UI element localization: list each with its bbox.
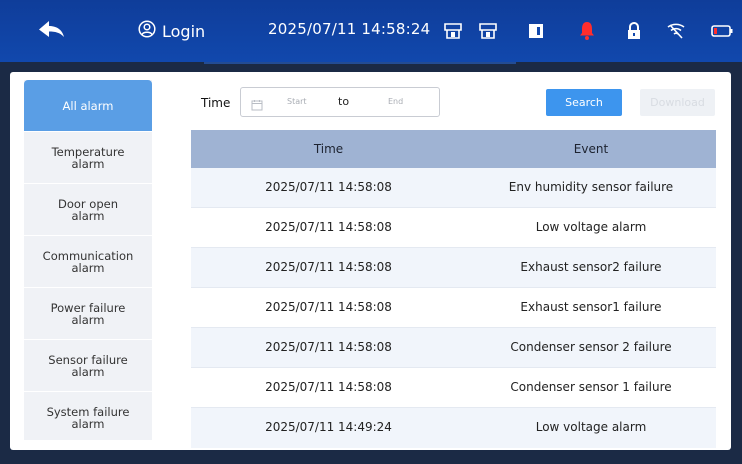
row-event: Exhaust sensor2 failure xyxy=(520,260,662,274)
table-row[interactable]: 2025/07/11 14:49:24 Low voltage alarm xyxy=(191,408,716,448)
date-range-picker[interactable]: Start to End xyxy=(240,87,440,117)
unit-b-icon[interactable] xyxy=(478,21,498,41)
current-datetime: 2025/07/11 14:58:24 xyxy=(268,20,431,38)
sidebar-item-sensor-failure-alarm[interactable]: Sensor failure alarm xyxy=(24,340,152,392)
alarm-category-sidebar: All alarm Temperature alarm Door open al… xyxy=(24,80,152,440)
table-row[interactable]: 2025/07/11 14:58:08 Low voltage alarm xyxy=(191,208,716,248)
login-label: Login xyxy=(162,21,206,41)
table-row[interactable]: 2025/07/11 14:58:08 Exhaust sensor2 fail… xyxy=(191,248,716,288)
alarm-table: Time Event 2025/07/11 14:58:08 Env humid… xyxy=(191,130,716,448)
download-button[interactable]: Download xyxy=(640,89,715,116)
sidebar-item-power-failure-alarm[interactable]: Power failure alarm xyxy=(24,288,152,340)
end-date-input[interactable]: End xyxy=(388,97,403,106)
row-time: 2025/07/11 14:58:08 xyxy=(265,180,392,194)
table-header: Time Event xyxy=(191,130,716,168)
calendar-icon xyxy=(251,96,263,111)
sidebar-item-door-open-alarm[interactable]: Door open alarm xyxy=(24,184,152,236)
row-time: 2025/07/11 14:49:24 xyxy=(265,420,392,434)
search-button[interactable]: Search xyxy=(546,89,622,116)
row-event: Low voltage alarm xyxy=(535,220,647,234)
row-time: 2025/07/11 14:58:08 xyxy=(265,300,392,314)
row-event: Condenser sensor 2 failure xyxy=(510,340,672,354)
table-row[interactable]: 2025/07/11 14:58:08 Condenser sensor 2 f… xyxy=(191,328,716,368)
door-icon[interactable] xyxy=(526,21,546,41)
column-header-event: Event xyxy=(573,142,609,156)
range-separator: to xyxy=(338,95,350,108)
sidebar-item-all-alarm[interactable]: All alarm xyxy=(24,80,152,132)
row-event: Condenser sensor 1 failure xyxy=(510,380,672,394)
user-circle-icon xyxy=(138,20,156,42)
sidebar-item-temperature-alarm[interactable]: Temperature alarm xyxy=(24,132,152,184)
topbar-divider xyxy=(0,62,742,72)
alarm-panel: All alarm Temperature alarm Door open al… xyxy=(10,72,731,450)
time-filter-label: Time xyxy=(201,96,231,110)
login-button[interactable]: Login xyxy=(138,18,205,44)
sidebar-item-communication-alarm[interactable]: Communication alarm xyxy=(24,236,152,288)
start-date-input[interactable]: Start xyxy=(287,97,307,106)
back-arrow-icon[interactable] xyxy=(38,20,66,42)
lock-icon[interactable] xyxy=(624,21,644,41)
row-event: Low voltage alarm xyxy=(535,420,647,434)
row-time: 2025/07/11 14:58:08 xyxy=(265,380,392,394)
row-event: Env humidity sensor failure xyxy=(508,180,674,194)
table-row[interactable]: 2025/07/11 14:58:08 Condenser sensor 1 f… xyxy=(191,368,716,408)
row-event: Exhaust sensor1 failure xyxy=(520,300,662,314)
column-header-time: Time xyxy=(313,142,344,156)
top-bar: Login 2025/07/11 14:58:24 xyxy=(0,0,742,62)
unit-a-icon[interactable] xyxy=(443,21,463,41)
table-row[interactable]: 2025/07/11 14:58:08 Env humidity sensor … xyxy=(191,168,716,208)
alarm-bell-icon[interactable] xyxy=(577,21,597,41)
table-row[interactable]: 2025/07/11 14:58:08 Exhaust sensor1 fail… xyxy=(191,288,716,328)
row-time: 2025/07/11 14:58:08 xyxy=(265,340,392,354)
battery-icon[interactable] xyxy=(710,21,734,41)
row-time: 2025/07/11 14:58:08 xyxy=(265,260,392,274)
sidebar-item-system-failure-alarm[interactable]: System failure alarm xyxy=(24,392,152,444)
row-time: 2025/07/11 14:58:08 xyxy=(265,220,392,234)
wifi-icon[interactable] xyxy=(666,21,686,41)
